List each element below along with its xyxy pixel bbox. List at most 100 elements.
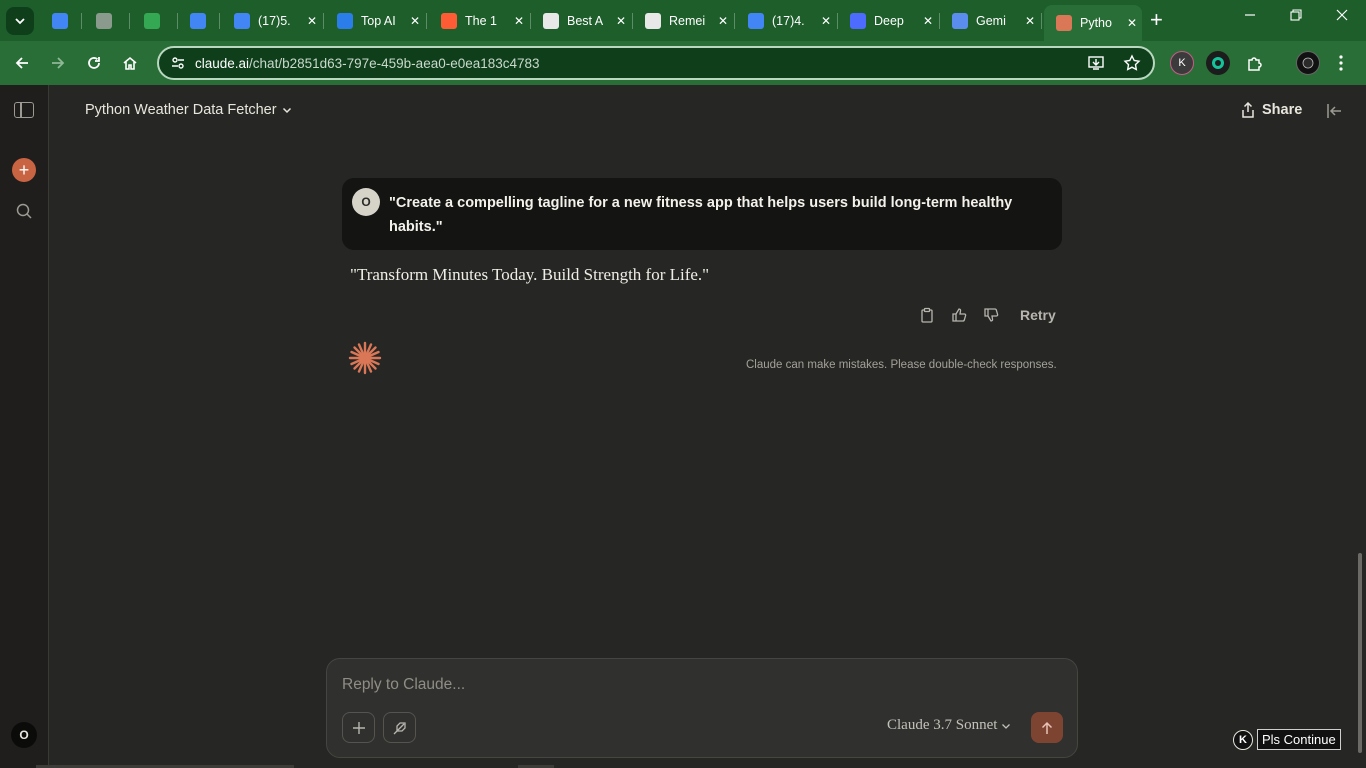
address-bar[interactable]: claude.ai/chat/b2851d63-797e-459b-aea0-e… <box>157 46 1155 80</box>
quill-icon <box>393 721 406 734</box>
close-tab-icon[interactable]: ✕ <box>405 14 425 28</box>
claude-icon <box>1056 15 1072 31</box>
attach-button[interactable] <box>342 712 375 743</box>
close-tab-icon[interactable]: ✕ <box>1122 16 1142 30</box>
browser-tab[interactable]: Best A ✕ <box>531 6 633 36</box>
thumbs-down-icon[interactable] <box>982 306 1000 324</box>
sidebar-toggle-icon[interactable] <box>14 102 34 118</box>
close-tab-icon[interactable]: ✕ <box>611 14 631 28</box>
thumbs-up-icon[interactable] <box>950 306 968 324</box>
minimize-button[interactable] <box>1244 8 1256 25</box>
back-button[interactable] <box>11 52 33 74</box>
new-chat-button[interactable]: + <box>12 158 36 182</box>
tab-separator <box>129 13 130 29</box>
browser-tab[interactable]: Gemi ✕ <box>940 6 1042 36</box>
retry-button[interactable]: Retry <box>1020 307 1056 323</box>
collapse-panel-button[interactable] <box>1325 102 1345 122</box>
user-message: O "Create a compelling tagline for a new… <box>342 178 1062 250</box>
scrollbar-thumb[interactable] <box>1358 553 1362 753</box>
restore-button[interactable] <box>1290 8 1302 25</box>
browser-tab[interactable]: The 1 ✕ <box>429 6 531 36</box>
pls-continue-button[interactable]: Pls Continue <box>1257 729 1341 750</box>
chevron-down-icon <box>1002 723 1011 729</box>
home-icon <box>123 56 137 70</box>
restore-icon <box>1290 9 1302 21</box>
claude-sparkle-icon <box>348 341 382 375</box>
browser-tab-title: Remei <box>669 14 706 28</box>
search-icon[interactable] <box>15 202 33 220</box>
profile-avatar-icon[interactable] <box>1296 51 1320 75</box>
google-docs-icon <box>52 13 68 29</box>
share-icon <box>1242 102 1254 118</box>
browser-tab-bar: (17)5. ✕ Top AI ✕ The 1 ✕ Best A ✕ Remei ✕ (17)4. ✕… <box>0 0 1366 41</box>
reload-button[interactable] <box>83 52 105 74</box>
chat-title-dropdown[interactable]: Python Weather Data Fetcher <box>85 102 292 118</box>
browser-tab-title: Gemi <box>976 14 1006 28</box>
hubspot-icon <box>441 13 457 29</box>
url-path: /chat/b2851d63-797e-459b-aea0-e0ea183c47… <box>249 55 540 71</box>
browser-tab[interactable]: Pytho ✕ <box>1044 5 1142 41</box>
browser-tab-title: Best A <box>567 14 604 28</box>
extension-grammar-icon[interactable] <box>1206 51 1230 75</box>
message-actions: Retry <box>918 306 1056 324</box>
disclaimer-text: Claude can make mistakes. Please double-… <box>746 359 1057 371</box>
browser-menu-button[interactable] <box>1330 52 1352 74</box>
user-avatar[interactable]: O <box>11 722 37 748</box>
composer: Reply to Claude... Claude 3.7 Sonnet <box>326 658 1078 758</box>
browser-tab-title: Pytho <box>1080 16 1112 30</box>
user-avatar-initial: O <box>19 728 29 742</box>
globe-icon <box>96 13 112 29</box>
browser-tab[interactable]: Deep ✕ <box>838 6 940 36</box>
tab-separator <box>81 13 82 29</box>
model-name: Claude 3.7 Sonnet <box>887 717 998 733</box>
browser-tab[interactable] <box>40 6 82 36</box>
user-message-text: "Create a compelling tagline for a new f… <box>389 195 1013 235</box>
openai-icon <box>645 13 661 29</box>
collapse-left-icon <box>1327 104 1341 118</box>
columns-icon <box>543 13 559 29</box>
close-tab-icon[interactable]: ✕ <box>816 14 836 28</box>
google-sheets-icon <box>144 13 160 29</box>
bookmark-star-icon[interactable] <box>1123 54 1141 77</box>
deepseek-icon <box>850 13 866 29</box>
claude-app: + O Python Weather Data Fetcher Share O … <box>0 85 1366 768</box>
browser-tab[interactable]: (17)5. ✕ <box>222 6 324 36</box>
tab-search-button[interactable] <box>6 7 34 35</box>
google-docs-icon <box>748 13 764 29</box>
browser-tab[interactable]: Remei ✕ <box>633 6 735 36</box>
browser-tab[interactable]: (17)4. ✕ <box>736 6 838 36</box>
google-docs-icon <box>234 13 250 29</box>
extension-k-icon[interactable]: K <box>1170 51 1194 75</box>
browser-tab[interactable]: Top AI ✕ <box>325 6 427 36</box>
copy-icon[interactable] <box>918 306 936 324</box>
close-icon <box>1336 9 1348 21</box>
arrow-left-icon <box>15 57 28 69</box>
gemini-icon <box>952 13 968 29</box>
style-button[interactable] <box>383 712 416 743</box>
reply-input[interactable]: Reply to Claude... <box>342 676 465 694</box>
browser-tab[interactable] <box>84 6 130 36</box>
close-tab-icon[interactable]: ✕ <box>918 14 938 28</box>
browser-tab-title: Deep <box>874 14 904 28</box>
forward-button[interactable] <box>47 52 69 74</box>
share-label: Share <box>1262 102 1303 118</box>
extensions-puzzle-icon[interactable] <box>1243 51 1267 75</box>
close-tab-icon[interactable]: ✕ <box>302 14 322 28</box>
home-button[interactable] <box>119 52 141 74</box>
browser-tab-title: (17)5. <box>258 14 291 28</box>
arrow-right-icon <box>52 57 65 69</box>
new-tab-button[interactable]: + <box>1150 9 1163 31</box>
close-window-button[interactable] <box>1336 8 1348 25</box>
site-info-icon[interactable] <box>167 52 189 74</box>
share-button[interactable]: Share <box>1241 102 1302 118</box>
close-tab-icon[interactable]: ✕ <box>509 14 529 28</box>
browser-tab[interactable] <box>132 6 178 36</box>
close-tab-icon[interactable]: ✕ <box>713 14 733 28</box>
close-tab-icon[interactable]: ✕ <box>1020 14 1040 28</box>
model-selector[interactable]: Claude 3.7 Sonnet <box>887 717 1011 734</box>
install-app-icon[interactable] <box>1087 54 1105 77</box>
google-docs-icon <box>190 13 206 29</box>
send-button[interactable] <box>1031 712 1063 743</box>
browser-tab[interactable] <box>178 6 220 36</box>
tab-separator <box>1041 13 1042 29</box>
